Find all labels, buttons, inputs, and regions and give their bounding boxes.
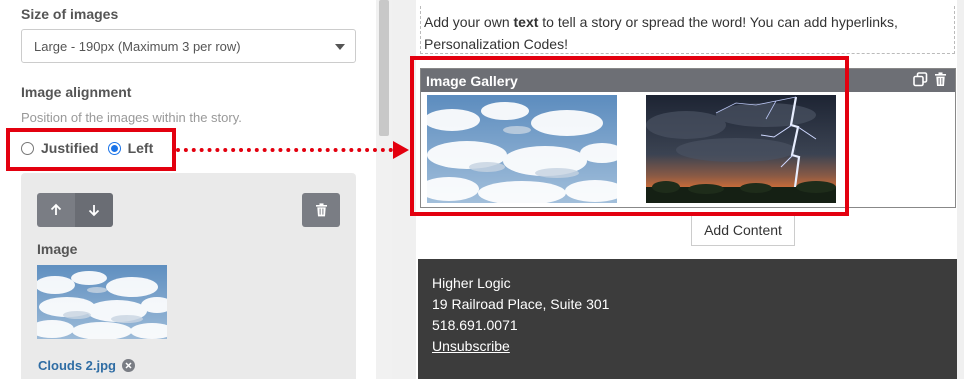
move-down-button[interactable] [75, 193, 113, 227]
image-alignment-label: Image alignment [21, 84, 132, 100]
file-name-row: Clouds 2.jpg [38, 358, 135, 373]
image-item-card: Image Clouds 2.jpg [21, 173, 356, 379]
arrow-up-icon [50, 203, 62, 215]
delete-image-button[interactable] [302, 193, 340, 227]
image-size-select-value: Large - 190px (Maximum 3 per row) [34, 39, 241, 54]
text-block-rest: to tell a story or spread the word! You … [538, 14, 898, 30]
gallery-tools [913, 72, 947, 87]
gallery-highlight-box [410, 56, 849, 216]
size-of-images-label: Size of images [21, 6, 119, 22]
settings-panel: Size of images Large - 190px (Maximum 3 … [0, 0, 376, 379]
footer-org-name: Higher Logic [432, 275, 511, 291]
trash-icon[interactable] [934, 72, 947, 87]
clouds-thumbnail-image [37, 265, 167, 339]
move-up-button[interactable] [37, 193, 75, 227]
annotation-arrow-icon [393, 141, 409, 159]
chevron-down-icon [335, 44, 345, 50]
footer-phone: 518.691.0071 [432, 317, 518, 333]
scrollbar-thumb[interactable] [379, 0, 389, 136]
text-content-block[interactable]: Add your own text to tell a story or spr… [420, 6, 955, 54]
trash-icon [315, 203, 327, 217]
image-size-select[interactable]: Large - 190px (Maximum 3 per row) [21, 29, 356, 63]
copy-icon[interactable] [913, 72, 928, 87]
text-block-line2: Personalization Codes! [424, 36, 568, 52]
add-content-button[interactable]: Add Content [691, 213, 795, 246]
text-block-intro: Add your own [424, 14, 514, 30]
image-alignment-helper: Position of the images within the story. [21, 110, 242, 125]
image-field-label: Image [37, 241, 78, 257]
annotation-dotted-line [176, 148, 393, 152]
remove-circle-icon[interactable] [122, 359, 135, 372]
arrow-down-icon [88, 205, 100, 217]
unsubscribe-link[interactable]: Unsubscribe [432, 336, 957, 357]
file-name-link[interactable]: Clouds 2.jpg [38, 358, 116, 373]
image-thumbnail[interactable] [37, 265, 167, 339]
email-footer: Higher Logic 19 Railroad Place, Suite 30… [418, 259, 957, 379]
radio-highlight-box [6, 128, 176, 171]
text-block-bold: text [513, 14, 539, 30]
settings-scrollbar[interactable] [376, 0, 392, 379]
footer-address: 19 Railroad Place, Suite 301 [432, 296, 610, 312]
